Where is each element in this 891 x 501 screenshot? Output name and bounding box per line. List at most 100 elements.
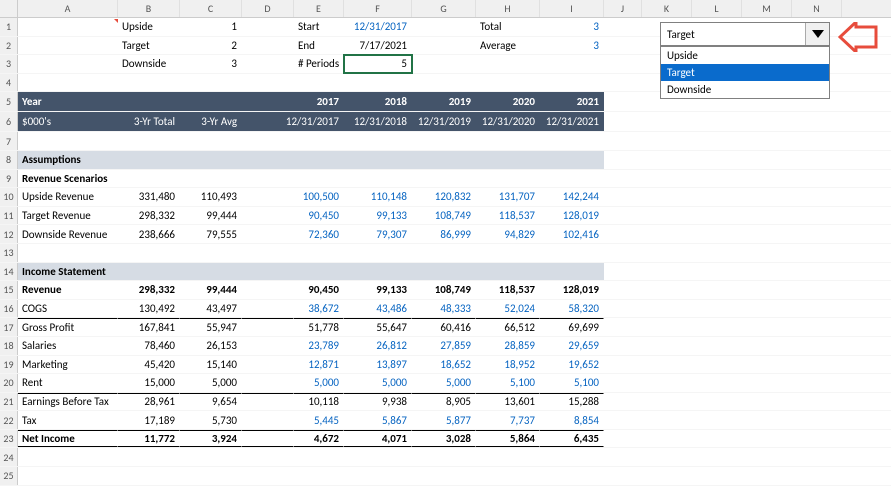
income-row-label[interactable]: Net Income	[18, 430, 118, 448]
cell[interactable]: 100,500	[294, 188, 344, 206]
cell[interactable]: 2018	[344, 92, 412, 111]
cell[interactable]	[642, 112, 692, 131]
cell[interactable]	[412, 263, 476, 281]
cell[interactable]	[540, 244, 604, 262]
cell[interactable]	[18, 74, 118, 92]
cell[interactable]: 4,672	[294, 430, 344, 448]
cell[interactable]	[742, 207, 792, 225]
cell[interactable]	[118, 467, 180, 485]
cell[interactable]	[180, 132, 242, 150]
end-date[interactable]: 7/17/2021	[344, 37, 412, 55]
row-header[interactable]: 12	[0, 225, 18, 243]
cell[interactable]	[540, 467, 604, 485]
cell[interactable]: 12/31/2019	[412, 112, 476, 131]
cell[interactable]	[412, 151, 476, 169]
cell[interactable]	[742, 356, 792, 374]
cell[interactable]	[792, 374, 842, 392]
cell[interactable]	[742, 448, 792, 466]
cell[interactable]: 17,189	[118, 411, 180, 429]
cell[interactable]	[742, 244, 792, 262]
cell[interactable]: 118,537	[476, 207, 540, 225]
row-header[interactable]: 22	[0, 411, 18, 429]
scenario-label[interactable]: Downside	[118, 55, 180, 73]
income-row-label[interactable]: COGS	[18, 300, 118, 318]
row-header[interactable]: 4	[0, 74, 18, 92]
cell[interactable]	[604, 132, 642, 150]
cell[interactable]	[742, 170, 792, 188]
cell[interactable]	[604, 318, 642, 336]
cell[interactable]	[642, 448, 692, 466]
cell[interactable]: 12/31/2018	[344, 112, 412, 131]
cell[interactable]	[242, 430, 294, 448]
cell[interactable]	[642, 281, 692, 299]
cell[interactable]	[742, 112, 792, 131]
row-header[interactable]: 25	[0, 467, 18, 485]
cell[interactable]	[604, 92, 642, 111]
cell[interactable]: 55,647	[344, 318, 412, 336]
col-header[interactable]: L	[692, 0, 742, 17]
total-value[interactable]: 3	[540, 18, 604, 36]
row-header[interactable]: 1	[0, 18, 18, 36]
cell[interactable]	[18, 448, 118, 466]
cell[interactable]	[692, 263, 742, 281]
cell[interactable]	[412, 244, 476, 262]
cell[interactable]	[692, 207, 742, 225]
cell[interactable]: 11,772	[118, 430, 180, 448]
cell[interactable]	[294, 244, 344, 262]
cell[interactable]	[742, 467, 792, 485]
cell[interactable]	[642, 300, 692, 318]
cell[interactable]	[792, 112, 842, 131]
cell[interactable]: 43,497	[180, 300, 242, 318]
cell[interactable]: 2021	[540, 92, 604, 111]
row-header[interactable]: 10	[0, 188, 18, 206]
cell[interactable]: 5,100	[540, 374, 604, 392]
col-header[interactable]: H	[476, 0, 540, 17]
cell[interactable]	[118, 448, 180, 466]
cell[interactable]: 142,244	[540, 188, 604, 206]
cell[interactable]	[792, 132, 842, 150]
cell[interactable]	[344, 132, 412, 150]
cell[interactable]	[692, 225, 742, 243]
cell[interactable]	[118, 244, 180, 262]
cell[interactable]: 5,100	[476, 374, 540, 392]
row-header[interactable]: 23	[0, 430, 18, 448]
cell[interactable]	[604, 225, 642, 243]
cell[interactable]: 8,905	[412, 393, 476, 411]
row-header[interactable]: 11	[0, 207, 18, 225]
cell[interactable]	[294, 467, 344, 485]
cell[interactable]	[642, 151, 692, 169]
cell[interactable]	[792, 207, 842, 225]
cell[interactable]	[692, 170, 742, 188]
cell[interactable]: 131,707	[476, 188, 540, 206]
cell[interactable]	[294, 151, 344, 169]
col-header[interactable]: E	[294, 0, 344, 17]
cell[interactable]	[642, 188, 692, 206]
start-date[interactable]: 12/31/2017	[344, 18, 412, 36]
cell[interactable]	[742, 374, 792, 392]
cell[interactable]	[180, 244, 242, 262]
row-header[interactable]: 20	[0, 374, 18, 392]
cell[interactable]: 4,071	[344, 430, 412, 448]
cell[interactable]	[692, 337, 742, 355]
cell[interactable]	[412, 18, 476, 36]
year-label[interactable]: Year	[18, 92, 118, 111]
col-header[interactable]: K	[642, 0, 692, 17]
cell[interactable]	[692, 244, 742, 262]
cell[interactable]	[642, 207, 692, 225]
cell[interactable]	[18, 37, 118, 55]
cell[interactable]	[476, 448, 540, 466]
cell[interactable]	[792, 151, 842, 169]
cell[interactable]	[604, 281, 642, 299]
col-header[interactable]: N	[792, 0, 842, 17]
cell[interactable]	[642, 374, 692, 392]
cell[interactable]	[792, 170, 842, 188]
cell[interactable]: 99,133	[344, 281, 412, 299]
cell[interactable]: 5,000	[412, 374, 476, 392]
cell[interactable]	[344, 263, 412, 281]
cell[interactable]	[692, 132, 742, 150]
cell[interactable]	[642, 225, 692, 243]
cell[interactable]: 5,864	[476, 430, 540, 448]
cell[interactable]: 52,024	[476, 300, 540, 318]
dropdown-option-downside[interactable]: Downside	[661, 81, 829, 98]
scenario-dropdown-list[interactable]: Upside Target Downside	[660, 46, 830, 99]
